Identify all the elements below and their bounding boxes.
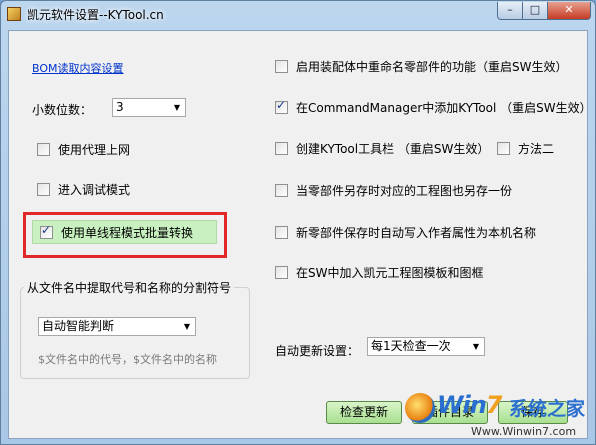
checkbox-box[interactable] (497, 142, 510, 155)
watermark-brand-number: 7 (485, 391, 503, 419)
auto-update-label: 自动更新设置： (275, 344, 360, 358)
title-bar[interactable]: 凯元软件设置--KYTool.cn – □ ✕ (1, 1, 595, 27)
single-thread-label: 使用单线程模式批量转换 (61, 226, 194, 240)
checkbox-box[interactable] (37, 183, 50, 196)
chevron-down-icon: ▼ (472, 342, 479, 351)
debug-mode-checkbox[interactable]: 进入调试模式 (37, 181, 130, 198)
single-thread-checkbox[interactable]: 使用单线程模式批量转换 (40, 223, 194, 241)
decimal-places-label: 小数位数： (32, 103, 93, 117)
site-watermark: Win7 系统之家 Www.Winwin7.com (405, 389, 595, 445)
split-symbol-value: 自动智能判断 (42, 319, 115, 333)
watermark-brand-prefix: Win (437, 391, 487, 419)
minimize-icon[interactable]: – (497, 2, 523, 20)
settings-panel: BOM读取内容设置 小数位数： 3 ▼ 使用代理上网 进入调试模式 使用单线程模… (8, 30, 592, 439)
author-property-checkbox[interactable]: 新零部件保存时自动写入作者属性为本机名称 (275, 224, 536, 241)
chevron-down-icon: ▼ (173, 103, 180, 112)
decimal-places-select[interactable]: 3 ▼ (112, 98, 186, 117)
rename-parts-checkbox[interactable]: 启用装配体中重命名零部件的功能（重启SW生效） (275, 58, 567, 75)
watermark-logo-icon (405, 393, 435, 423)
split-symbol-select[interactable]: 自动智能判断 ▼ (38, 317, 196, 336)
checkbox-box[interactable] (275, 142, 288, 155)
window-title: 凯元软件设置--KYTool.cn (27, 8, 164, 22)
command-manager-label: 在CommandManager中添加KYTool （重启SW生效） (296, 101, 592, 115)
add-templates-label: 在SW中加入凯元工程图模板和图框 (296, 266, 484, 280)
toolbar-checkbox[interactable]: 创建KYTool工具栏 （重启SW生效） (275, 140, 489, 157)
auto-update-select[interactable]: 每1天检查一次 ▼ (367, 337, 485, 356)
checkbox-box[interactable] (275, 60, 288, 73)
settings-window: 凯元软件设置--KYTool.cn – □ ✕ BOM读取内容设置 小数位数： … (0, 0, 596, 445)
toolbar-label: 创建KYTool工具栏 （重启SW生效） (296, 142, 490, 156)
use-proxy-checkbox[interactable]: 使用代理上网 (37, 141, 130, 158)
watermark-brand: Win7 (437, 391, 502, 419)
add-templates-checkbox[interactable]: 在SW中加入凯元工程图模板和图框 (275, 264, 483, 281)
checkbox-box[interactable] (275, 184, 288, 197)
bom-settings-link[interactable]: BOM读取内容设置 (32, 60, 124, 76)
save-drawing-label: 当零部件另存时对应的工程图也另存一份 (296, 184, 513, 198)
rename-parts-label: 启用装配体中重命名零部件的功能（重启SW生效） (296, 60, 568, 74)
chevron-down-icon: ▼ (183, 322, 190, 331)
use-proxy-label: 使用代理上网 (58, 143, 131, 157)
command-manager-checkbox[interactable]: 在CommandManager中添加KYTool （重启SW生效） (275, 98, 592, 116)
split-symbol-group-title: 从文件名中提取代号和名称的分割符号 (24, 279, 235, 296)
auto-update-value: 每1天检查一次 (371, 339, 451, 353)
checkbox-box[interactable] (275, 226, 288, 239)
method-two-checkbox[interactable]: 方法二 (497, 140, 554, 157)
author-property-label: 新零部件保存时自动写入作者属性为本机名称 (296, 226, 537, 240)
checkbox-box-checked[interactable] (275, 98, 288, 114)
close-icon[interactable]: ✕ (547, 2, 591, 20)
checkbox-box[interactable] (275, 266, 288, 279)
save-drawing-checkbox[interactable]: 当零部件另存时对应的工程图也另存一份 (275, 182, 512, 199)
checkbox-box[interactable] (37, 143, 50, 156)
maximize-icon[interactable]: □ (522, 2, 548, 20)
app-icon (7, 7, 21, 21)
watermark-url: Www.Winwin7.com (471, 425, 577, 438)
decimal-places-value: 3 (116, 100, 124, 114)
debug-mode-label: 进入调试模式 (58, 183, 131, 197)
split-symbol-hint: $文件名中的代号，$文件名中的名称 (38, 353, 217, 366)
watermark-brand-cn: 系统之家 (509, 398, 586, 420)
method-two-label: 方法二 (518, 142, 555, 156)
checkbox-box-checked[interactable] (40, 223, 53, 239)
check-update-button[interactable]: 检查更新 (326, 401, 402, 424)
